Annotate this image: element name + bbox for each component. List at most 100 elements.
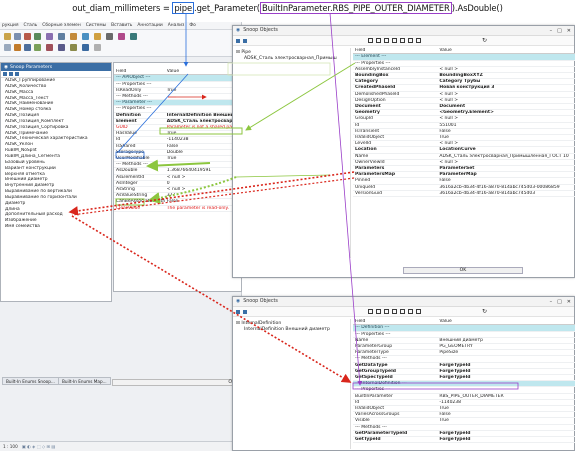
caption-pipe: pipe — [172, 2, 195, 14]
object-tree[interactable]: ⊟ Pipe ADSK_Сталь электросварная_Примыш — [233, 48, 351, 258]
maximize-icon[interactable]: □ — [557, 28, 562, 34]
tool-icon[interactable] — [368, 38, 373, 43]
ribbon-tool-icon[interactable] — [4, 33, 11, 40]
minimize-icon[interactable]: – — [550, 299, 553, 305]
tool-icon[interactable] — [384, 38, 389, 43]
table-row[interactable]: ClearValue The parameter is read-only. — [114, 205, 241, 212]
properties-grid: Field Value --- Element --- --- Properties… — [353, 48, 575, 260]
ribbon-tab[interactable]: Анализ — [168, 23, 185, 28]
tool-icon[interactable] — [400, 309, 405, 314]
tool-icon[interactable] — [368, 309, 373, 314]
ribbon-toolbar — [0, 30, 241, 57]
tool-group — [368, 38, 421, 43]
refresh-icon[interactable]: ↻ — [482, 37, 487, 44]
ribbon-tab[interactable]: Сталь — [24, 23, 38, 28]
value-cell: The parameter is read-only. — [164, 205, 241, 212]
field-cell: ClearValue — [114, 205, 165, 212]
print-icon[interactable] — [243, 309, 247, 314]
code-caption: out_diam_millimeters = pipe .get_Paramete… — [0, 2, 575, 14]
caption-prefix: out_diam_millimeters = — [72, 3, 173, 13]
maximize-icon[interactable]: □ — [557, 299, 562, 305]
table-row[interactable]: ElementADSK_Сталь электросварная_Примышл… — [114, 118, 241, 126]
ribbon-tab[interactable]: рукция — [2, 23, 19, 28]
ribbon-tab[interactable]: Вставить — [111, 23, 132, 28]
scale-label[interactable]: 1 : 100 — [3, 444, 18, 449]
ribbon-tool-icon[interactable] — [70, 44, 77, 51]
refresh-icon[interactable] — [15, 72, 19, 76]
caption-method: .get_Parameter( — [194, 3, 260, 13]
properties-table: Field Value --- Definition --- --- Propert… — [353, 319, 575, 444]
tool-icon[interactable] — [408, 38, 413, 43]
value-cell: InternalDefinition Внешний диаметр — [164, 112, 241, 119]
tab-builtin-enums-map[interactable]: Built-In Enums Map... — [58, 377, 111, 385]
ribbon-tool-icon[interactable] — [4, 44, 11, 51]
ribbon-tool-icon[interactable] — [58, 33, 65, 40]
ribbon-tool-icon[interactable] — [24, 44, 31, 51]
minimize-icon[interactable]: – — [550, 28, 553, 34]
ok-button-bg[interactable]: OK — [112, 379, 242, 386]
table-row[interactable]: VersionGuid 3616a2cb-db34-4f16-a870-814ab… — [353, 190, 575, 198]
close-icon[interactable]: ✕ — [567, 28, 571, 34]
ribbon-tool-icon[interactable] — [34, 33, 41, 40]
print-icon[interactable] — [9, 72, 13, 76]
ribbon-tool-icon[interactable] — [118, 33, 125, 40]
ribbon-tab[interactable]: Аннотации — [137, 23, 162, 28]
object-tree[interactable]: ⊟ InternalDefinition InternalDefinition … — [233, 319, 351, 449]
ribbon-tool-icon[interactable] — [46, 44, 53, 51]
tree-child[interactable]: ADSK_Сталь электросварная_Примыш — [236, 56, 347, 62]
ribbon-tab[interactable]: Фо — [189, 23, 195, 28]
panel-toolbar — [1, 71, 111, 78]
ribbon-tool-icon[interactable] — [14, 44, 21, 51]
snoop-icon: ◉ — [236, 299, 241, 304]
tool-group — [368, 309, 421, 314]
ribbon-tool-icon[interactable] — [58, 44, 65, 51]
window-title-bar: ◉ Snoop Objects – □ ✕ — [233, 297, 574, 307]
ribbon-tool-icon[interactable] — [24, 33, 31, 40]
ribbon-tool-icon[interactable] — [94, 33, 101, 40]
table-row[interactable]: GetTypeId ForgeTypeId — [353, 436, 575, 444]
tool-icon[interactable] — [376, 38, 381, 43]
window-title: Snoop Objects — [243, 299, 278, 304]
ribbon-tool-icon[interactable] — [34, 44, 41, 51]
copy-icon[interactable] — [3, 72, 7, 76]
refresh-icon[interactable]: ↻ — [482, 308, 487, 315]
properties-grid: Field Value --- Definition --- --- Propert… — [353, 319, 575, 451]
ribbon-tab[interactable]: Сборные элемен — [42, 23, 80, 28]
tool-icon[interactable] — [384, 309, 389, 314]
window-toolbar: ↻ — [233, 307, 574, 317]
ribbon-tool-icon[interactable] — [14, 33, 21, 40]
table-row[interactable]: DefinitionInternalDefinition Внешний диа… — [114, 112, 241, 119]
copy-icon[interactable] — [236, 309, 240, 314]
caption-param: BuiltInParameter.RBS_PIPE_OUTER_DIAMETER — [259, 2, 452, 14]
tool-icon[interactable] — [416, 309, 421, 314]
print-icon[interactable] — [243, 38, 247, 43]
ribbon-tool-icon[interactable] — [130, 33, 137, 40]
ribbon-tool-icon[interactable] — [94, 44, 101, 51]
tool-icon[interactable] — [376, 309, 381, 314]
tool-icon[interactable] — [416, 38, 421, 43]
close-icon[interactable]: ✕ — [567, 299, 571, 305]
panel-title: Snoop Parameters — [10, 64, 53, 70]
parameter-list[interactable]: ADSK_Группирование ADSK_Количество ADSK_Ма… — [1, 78, 111, 230]
tool-icon[interactable] — [392, 38, 397, 43]
ribbon-tab[interactable]: Системы — [86, 23, 106, 28]
snoop-icon: ◉ — [236, 28, 241, 33]
tree-child[interactable]: InternalDefinition Внешний диаметр — [236, 327, 347, 333]
tab-builtin-enums-snoop[interactable]: Built-In Enums Snoop... — [2, 377, 59, 385]
value-cell: ForgeTypeId — [437, 436, 575, 444]
window-toolbar: ↻ — [233, 36, 574, 46]
revit-window: рукция Сталь Сборные элемен Системы Вставить… — [0, 22, 242, 451]
ribbon-tool-icon[interactable] — [70, 33, 77, 40]
tool-icon[interactable] — [392, 309, 397, 314]
ribbon-tool-icon[interactable] — [82, 44, 89, 51]
ribbon-tool-icon[interactable] — [106, 33, 113, 40]
value-cell: Parameter is not a shared parameter. — [164, 124, 241, 132]
tool-icon[interactable] — [408, 309, 413, 314]
tool-icon[interactable] — [400, 38, 405, 43]
copy-icon[interactable] — [236, 38, 240, 43]
ribbon-tool-icon[interactable] — [46, 33, 53, 40]
parameter-list-item[interactable]: Имя семейства — [1, 224, 111, 230]
status-icons[interactable]: ▣ ◐ ◈ ⬚ ◇ ⊞ ▤ — [22, 444, 55, 449]
ok-button[interactable]: OK — [403, 267, 523, 274]
ribbon-tool-icon[interactable] — [82, 33, 89, 40]
